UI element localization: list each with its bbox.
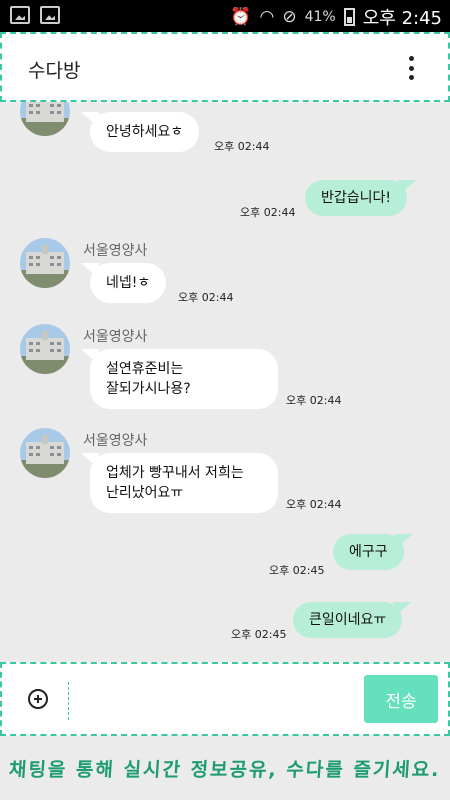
sender-name: 서울영양사 xyxy=(83,243,148,259)
message-composer: 전송 xyxy=(0,662,450,736)
outgoing-message: 큰일이네요ㅠ xyxy=(293,602,403,638)
photo-notification-icon xyxy=(40,6,60,24)
send-button[interactable]: 전송 xyxy=(364,675,438,723)
status-bar: ⏰ ◠ ⊘ 41% 오후 2:45 xyxy=(0,0,450,32)
page-title: 수다방 xyxy=(28,60,81,82)
promo-banner: 채팅을 통해 실시간 정보공유, 수다를 즐기세요. xyxy=(0,736,450,800)
add-attachment-icon[interactable] xyxy=(28,689,48,709)
outgoing-message: 반갑습니다! xyxy=(305,180,408,216)
message-line: 난리났어요ㅠ xyxy=(106,485,184,501)
incoming-message: 안녕하세요ㅎ xyxy=(90,112,200,152)
banner-text: 채팅을 통해 실시간 정보공유, 수다를 즐기세요. xyxy=(8,758,442,781)
clock: 오후 2:45 xyxy=(362,8,442,29)
sender-name: 서울영양사 xyxy=(83,433,148,449)
avatar[interactable] xyxy=(20,238,70,288)
message-time: 오후 02:45 xyxy=(269,564,325,577)
battery-percent: 41% xyxy=(304,9,336,25)
incoming-message: 업체가 빵꾸내서 저희는 난리났어요ㅠ xyxy=(90,453,278,513)
alarm-icon: ⏰ xyxy=(230,7,252,27)
divider xyxy=(68,682,69,720)
message-time: 오후 02:44 xyxy=(214,140,270,153)
image-notification-icon xyxy=(10,6,30,24)
message-time: 오후 02:44 xyxy=(178,291,234,304)
incoming-message: 설연휴준비는 잘되가시나용? xyxy=(90,349,278,409)
message-time: 오후 02:44 xyxy=(286,498,342,511)
incoming-message: 네넵!ㅎ xyxy=(90,263,167,303)
message-input[interactable] xyxy=(78,678,360,722)
message-time: 오후 02:44 xyxy=(240,206,296,219)
wifi-icon: ◠ xyxy=(259,7,275,27)
message-line: 업체가 빵꾸내서 저희는 xyxy=(106,465,244,481)
avatar[interactable] xyxy=(20,428,70,478)
avatar[interactable] xyxy=(20,102,70,136)
outgoing-message: 에구구 xyxy=(333,534,404,570)
message-time: 오후 02:44 xyxy=(286,394,342,407)
message-line: 잘되가시나용? xyxy=(106,381,191,397)
do-not-disturb-icon: ⊘ xyxy=(282,7,297,27)
battery-icon xyxy=(343,8,355,26)
sender-name: 서울영양사 xyxy=(83,329,148,345)
avatar[interactable] xyxy=(20,324,70,374)
chat-header: 수다방 xyxy=(0,32,450,102)
message-time: 오후 02:45 xyxy=(231,628,287,641)
message-line: 설연휴준비는 xyxy=(106,361,184,377)
more-options-icon[interactable] xyxy=(408,56,414,80)
message-list[interactable]: 안녕하세요ㅎ 오후 02:44 반갑습니다! 오후 02:44 서울영양사 네넵… xyxy=(0,102,450,662)
